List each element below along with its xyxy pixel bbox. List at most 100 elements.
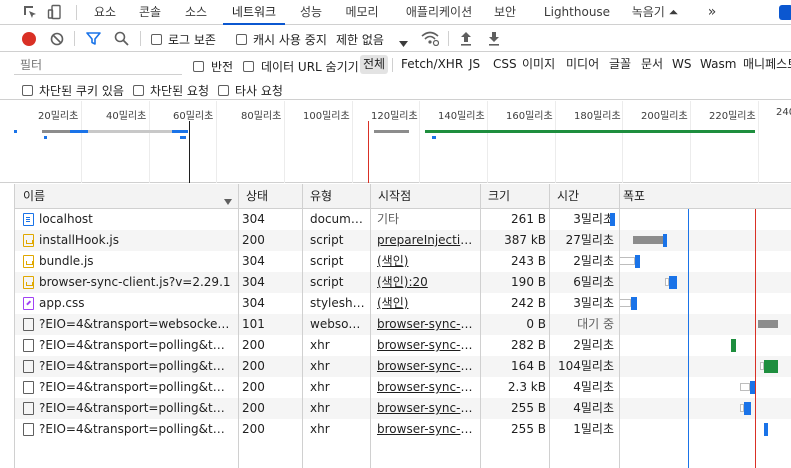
column-header-size[interactable]: 크기 [480,184,510,209]
cell-initiator[interactable]: (색인) [377,293,477,314]
cell-initiator[interactable]: (색인) [377,251,477,272]
column-header-status[interactable]: 상태 [238,184,268,209]
preserve-log-checkbox[interactable] [151,32,162,46]
type-filter-manifest[interactable]: 매니페스트 [740,55,791,74]
table-row[interactable]: ?EIO=4&transport=polling&t=OT... 200 xhr br… [15,335,791,356]
column-header-time[interactable]: 시간 [549,184,579,209]
type-filter-image[interactable]: 이미지 [519,55,558,74]
cell-name[interactable]: ?EIO=4&transport=polling&t=OT... [39,398,233,419]
disable-cache-checkbox[interactable] [236,32,247,46]
cell-size: 164 B [511,359,546,373]
chevron-down-icon[interactable] [399,36,408,50]
inspect-element-icon[interactable] [22,4,38,20]
waterfall-bar [669,276,677,289]
filter-input[interactable] [14,55,182,75]
type-filter-media[interactable]: 미디어 [563,55,602,74]
tab-application[interactable]: 애플리케이션 [398,0,480,25]
type-filter-doc[interactable]: 문서 [638,55,666,74]
cell-name[interactable]: ?EIO=4&transport=polling&t=OT... [39,356,233,377]
tab-elements[interactable]: 요소 [88,0,122,25]
search-icon[interactable] [114,31,129,49]
throttling-select[interactable]: 제한 없음 [336,31,384,48]
tab-performance[interactable]: 성능 [294,0,328,25]
cell-initiator[interactable]: browser-sync-cli... [377,419,477,440]
overview-request-bar [70,130,88,133]
cell-name[interactable]: localhost [39,209,233,230]
export-har-icon[interactable] [488,31,500,49]
cell-initiator[interactable]: (색인):20 [377,272,477,293]
tab-memory[interactable]: 메모리 [340,0,384,25]
table-row[interactable]: ?EIO=4&transport=polling&t=OT... 200 xhr br… [15,419,791,440]
cell-initiator[interactable]: browser-sync-cli... [377,398,477,419]
type-filter-js[interactable]: JS [466,55,483,74]
disable-cache-label: 캐시 사용 중지 [253,33,327,47]
cell-status: 200 [242,380,265,394]
tab-separator [76,5,77,20]
hide-data-urls-checkbox[interactable] [243,59,254,73]
cell-name[interactable]: browser-sync-client.js?v=2.29.1 [39,272,233,293]
tab-network[interactable]: 네트워크 [223,0,285,25]
table-row[interactable]: ?EIO=4&transport=polling&t=OT... 200 xhr br… [15,398,791,419]
network-conditions-icon[interactable] [421,31,440,49]
table-row[interactable]: ?EIO=4&transport=polling&t=OT... 200 xhr br… [15,356,791,377]
overview-grid-line [216,101,217,183]
device-toolbar-icon[interactable] [47,4,63,20]
sort-desc-icon[interactable] [224,194,232,208]
type-filter-fetch-xhr[interactable]: Fetch/XHR [398,55,466,74]
invert-checkbox[interactable] [193,59,204,73]
cell-status: 200 [242,233,265,247]
cell-name[interactable]: bundle.js [39,251,233,272]
cell-initiator[interactable]: browser-sync-cli... [377,335,477,356]
table-row[interactable]: bundle.js 304 script (색인) 243 B 2밀리초 [15,251,791,272]
type-filter-ws[interactable]: WS [669,55,694,74]
table-row[interactable]: ?EIO=4&transport=polling&t=OT... 200 xhr br… [15,377,791,398]
cell-name[interactable]: ?EIO=4&transport=polling&t=OT... [39,419,233,440]
record-icon[interactable] [22,32,36,46]
cell-name[interactable]: installHook.js [39,230,233,251]
cell-name[interactable]: app.css [39,293,233,314]
cell-name[interactable]: ?EIO=4&transport=polling&t=OT... [39,335,233,356]
import-har-icon[interactable] [460,31,472,49]
column-header-type[interactable]: 유형 [302,184,332,209]
tab-console[interactable]: 콘솔 [134,0,166,25]
load-event-marker [368,121,369,183]
column-header-name[interactable]: 이름 [15,184,45,209]
table-row[interactable]: browser-sync-client.js?v=2.29.1 304 script… [15,272,791,293]
filter-icon[interactable] [86,32,101,49]
column-header-initiator[interactable]: 시작점 [370,184,411,209]
tab-recorder[interactable]: 녹음기 ⏶ [626,0,684,25]
table-row[interactable]: app.css 304 stylesheet (색인) 242 B 3밀리초 [15,293,791,314]
tab-sources[interactable]: 소스 [178,0,214,25]
js-icon [23,255,34,268]
waterfall-bar [635,255,640,268]
cell-initiator[interactable]: browser-sync-cli... [377,377,477,398]
tab-security[interactable]: 보안 [488,0,522,25]
column-divider [549,184,550,468]
other-icon [23,381,34,394]
cell-initiator[interactable]: browser-sync-cli... [377,314,477,335]
more-tabs-button[interactable]: » [702,0,722,25]
cell-time: 6밀리초 [573,275,614,289]
cell-initiator[interactable]: browser-sync-cli... [377,356,477,377]
overview-request-bar [432,136,436,139]
timeline-overview[interactable]: 20밀리초 40밀리초 60밀리초 80밀리초 100밀리초 120밀리초 14… [0,101,791,183]
type-filter-font[interactable]: 글꼴 [606,55,634,74]
preserve-log-label: 로그 보존 [168,33,216,47]
third-party-checkbox[interactable] [218,83,229,97]
type-filter-css[interactable]: CSS [490,55,520,74]
cell-name[interactable]: ?EIO=4&transport=websocket&si... [39,314,233,335]
table-row[interactable]: ?EIO=4&transport=websocket&si... 101 webso… [15,314,791,335]
table-row[interactable]: localhost 304 document 기타 261 B 3밀리초 [15,209,791,230]
tab-lighthouse[interactable]: Lighthouse [540,0,614,25]
cell-type: script [310,233,344,247]
blocked-requests-checkbox[interactable] [133,83,144,97]
type-filter-all[interactable]: 전체 [360,55,389,74]
cell-name[interactable]: ?EIO=4&transport=polling&t=OT... [39,377,233,398]
blocked-cookies-checkbox[interactable] [22,83,33,97]
table-row[interactable]: installHook.js 200 script prepareInjection.… [15,230,791,251]
waterfall-bar [764,423,768,436]
type-filter-wasm[interactable]: Wasm [697,55,739,74]
issues-badge-icon[interactable] [779,5,791,20]
clear-icon[interactable] [50,32,64,49]
cell-initiator[interactable]: prepareInjection... [377,230,477,251]
